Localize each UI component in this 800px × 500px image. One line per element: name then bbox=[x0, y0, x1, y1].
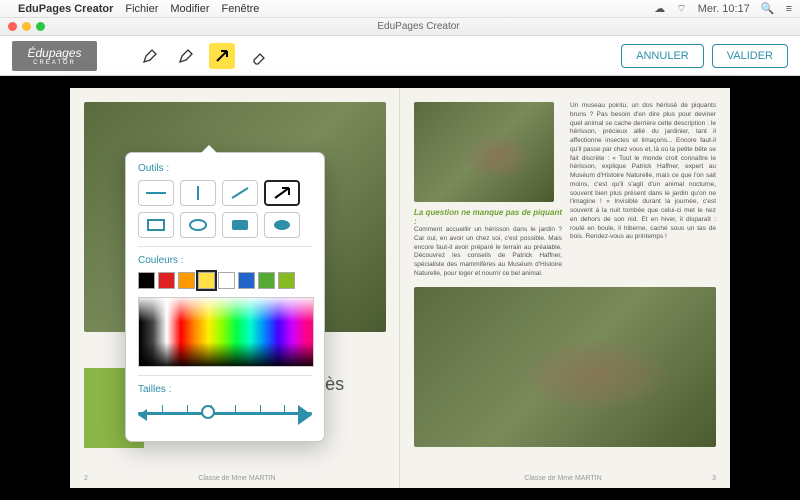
app-logo: Édupages CREATOR bbox=[12, 41, 97, 71]
shape-rect-fill[interactable] bbox=[222, 212, 258, 238]
eraser-tool[interactable] bbox=[245, 43, 271, 69]
window-titlebar: EduPages Creator bbox=[0, 18, 800, 36]
color-swatch[interactable] bbox=[238, 272, 255, 289]
close-window-icon[interactable] bbox=[8, 22, 17, 31]
tools-section-label: Outils : bbox=[138, 163, 312, 174]
sizes-section-label: Tailles : bbox=[138, 384, 312, 395]
menu-modifier[interactable]: Modifier bbox=[170, 3, 209, 15]
wifi-icon: ⌔ bbox=[676, 3, 686, 15]
app-toolbar: Édupages CREATOR ANNULER VALIDER bbox=[0, 36, 800, 76]
menubar-app[interactable]: EduPages Creator bbox=[18, 3, 113, 15]
size-slider[interactable] bbox=[138, 401, 312, 425]
color-swatch[interactable] bbox=[138, 272, 155, 289]
slider-thumb[interactable] bbox=[201, 405, 215, 419]
color-swatch[interactable] bbox=[198, 272, 215, 289]
confirm-button[interactable]: VALIDER bbox=[712, 44, 788, 68]
macos-menubar: EduPages Creator Fichier Modifier Fenêtr… bbox=[0, 0, 800, 18]
shape-ellipse-fill[interactable] bbox=[264, 212, 300, 238]
spotlight-icon[interactable]: 🔍 bbox=[761, 3, 775, 15]
page-number: 2 bbox=[84, 475, 88, 482]
page-footer-right: 3 Classe de Mme MARTIN bbox=[414, 475, 716, 482]
color-palette[interactable] bbox=[138, 297, 314, 367]
hedgehog-photo-small bbox=[414, 102, 554, 202]
footer-text: Classe de Mme MARTIN bbox=[524, 475, 601, 482]
minimize-window-icon[interactable] bbox=[22, 22, 31, 31]
color-swatch[interactable] bbox=[278, 272, 295, 289]
menu-fichier[interactable]: Fichier bbox=[125, 3, 158, 15]
shape-diag[interactable] bbox=[222, 180, 258, 206]
shape-arrow[interactable] bbox=[264, 180, 300, 206]
cloud-icon: ☁ bbox=[654, 3, 665, 15]
tool-options-popover: Outils : Couleurs : Tailles : bbox=[125, 152, 325, 442]
pencil-tool[interactable] bbox=[137, 43, 163, 69]
color-swatch[interactable] bbox=[218, 272, 235, 289]
article-body-1: Comment accueillir un hérisson dans le j… bbox=[414, 226, 562, 279]
page-number: 3 bbox=[712, 475, 716, 482]
color-swatch-row bbox=[138, 272, 312, 289]
clock: Mer. 10:17 bbox=[698, 3, 750, 15]
cancel-button[interactable]: ANNULER bbox=[621, 44, 704, 68]
zoom-window-icon[interactable] bbox=[36, 22, 45, 31]
colors-section-label: Couleurs : bbox=[138, 255, 312, 266]
color-swatch[interactable] bbox=[158, 272, 175, 289]
shape-hline[interactable] bbox=[138, 180, 174, 206]
page-right[interactable]: La question ne manque pas de piquant : C… bbox=[400, 88, 730, 488]
shape-vline[interactable] bbox=[180, 180, 216, 206]
window-title: EduPages Creator bbox=[45, 21, 792, 32]
color-swatch[interactable] bbox=[178, 272, 195, 289]
menubar-status: ☁ ⌔ Mer. 10:17 🔍 ≡ bbox=[646, 2, 792, 16]
shape-rect[interactable] bbox=[138, 212, 174, 238]
menu-icon[interactable]: ≡ bbox=[786, 3, 792, 15]
page-footer-left: 2 Classe de Mme MARTIN bbox=[84, 475, 386, 482]
pencil-outline-tool[interactable] bbox=[173, 43, 199, 69]
menu-fenetre[interactable]: Fenêtre bbox=[222, 3, 260, 15]
arrow-tool[interactable] bbox=[209, 43, 235, 69]
footer-text: Classe de Mme MARTIN bbox=[198, 475, 275, 482]
color-swatch[interactable] bbox=[258, 272, 275, 289]
editor-canvas[interactable]: e hérisson peut être très mignon ! 2 Cla… bbox=[0, 76, 800, 500]
article-body-2: Un museau pointu, un dos hérissé de piqu… bbox=[570, 102, 716, 242]
shape-ellipse[interactable] bbox=[180, 212, 216, 238]
hedgehogs-mushroom-photo bbox=[414, 287, 716, 447]
